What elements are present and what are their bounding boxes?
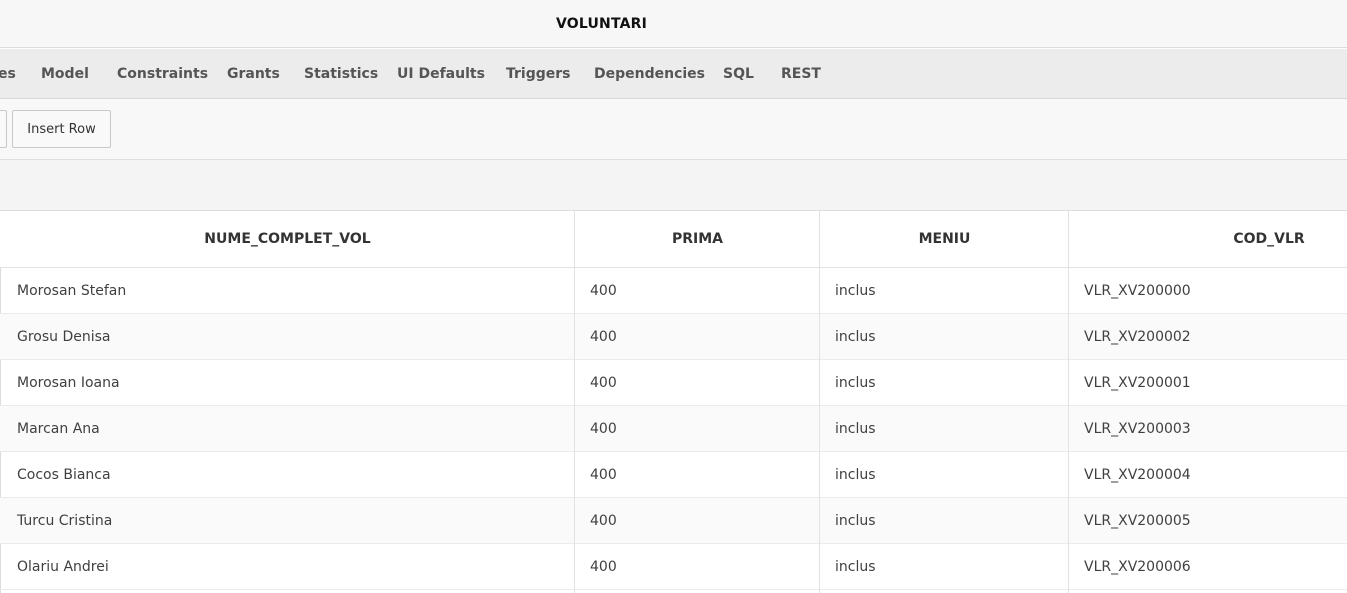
- table-row[interactable]: Morosan Ioana 400 inclus VLR_XV200001: [0, 360, 1347, 406]
- title-bar: VOLUNTARI: [0, 0, 1347, 48]
- cell-cod-vlr[interactable]: VLR_XV200005: [1084, 498, 1191, 544]
- column-divider: [819, 211, 820, 593]
- table-row[interactable]: Turcu Cristina 400 inclus VLR_XV200005: [0, 498, 1347, 544]
- cell-prima[interactable]: 400: [590, 544, 617, 590]
- table-row[interactable]: Marcan Ana 400 inclus VLR_XV200003: [0, 406, 1347, 452]
- tab-grants[interactable]: Grants: [227, 49, 280, 99]
- column-divider: [1068, 211, 1069, 593]
- page-title: VOLUNTARI: [555, 15, 648, 32]
- cell-cod-vlr[interactable]: VLR_XV200003: [1084, 406, 1191, 452]
- tab-dependencies[interactable]: Dependencies: [594, 49, 705, 99]
- table-row[interactable]: Olariu Andrei 400 inclus VLR_XV200006: [0, 544, 1347, 590]
- cell-cod-vlr[interactable]: VLR_XV200001: [1084, 360, 1191, 406]
- tab-model[interactable]: Model: [41, 49, 89, 99]
- cell-prima[interactable]: 400: [590, 268, 617, 314]
- tab-sql[interactable]: SQL: [723, 49, 754, 99]
- cell-cod-vlr[interactable]: VLR_XV200000: [1084, 268, 1191, 314]
- cell-meniu[interactable]: inclus: [835, 452, 876, 498]
- tab-rest[interactable]: REST: [781, 49, 821, 99]
- tab-bar: es Model Constraints Grants Statistics U…: [0, 49, 1347, 99]
- cell-nume-complet-vol[interactable]: Turcu Cristina: [17, 498, 112, 544]
- cell-cod-vlr[interactable]: VLR_XV200006: [1084, 544, 1191, 590]
- cell-cod-vlr[interactable]: VLR_XV200004: [1084, 452, 1191, 498]
- cell-meniu[interactable]: inclus: [835, 360, 876, 406]
- cell-meniu[interactable]: inclus: [835, 314, 876, 360]
- data-grid: NUME_COMPLET_VOL PRIMA MENIU COD_VLR Mor…: [0, 211, 1347, 593]
- cell-meniu[interactable]: inclus: [835, 406, 876, 452]
- table-row[interactable]: Cocos Bianca 400 inclus VLR_XV200004: [0, 452, 1347, 498]
- cell-prima[interactable]: 400: [590, 452, 617, 498]
- column-header-nume-complet-vol[interactable]: NUME_COMPLET_VOL: [0, 211, 575, 268]
- column-divider: [574, 211, 575, 593]
- cell-nume-complet-vol[interactable]: Cocos Bianca: [17, 452, 111, 498]
- tab-constraints[interactable]: Constraints: [117, 49, 208, 99]
- tab-indexes-partial[interactable]: es: [0, 49, 16, 99]
- tab-ui-defaults[interactable]: UI Defaults: [397, 49, 485, 99]
- cell-nume-complet-vol[interactable]: Morosan Ioana: [17, 360, 120, 406]
- cell-prima[interactable]: 400: [590, 314, 617, 360]
- tab-statistics[interactable]: Statistics: [304, 49, 378, 99]
- cell-meniu[interactable]: inclus: [835, 268, 876, 314]
- cell-nume-complet-vol[interactable]: Grosu Denisa: [17, 314, 111, 360]
- grid-toolbar: Insert Row: [0, 99, 1347, 160]
- cell-meniu[interactable]: inclus: [835, 544, 876, 590]
- table-row[interactable]: Grosu Denisa 400 inclus VLR_XV200002: [0, 314, 1347, 360]
- cell-meniu[interactable]: inclus: [835, 498, 876, 544]
- cell-prima[interactable]: 400: [590, 406, 617, 452]
- table-editor-page: VOLUNTARI es Model Constraints Grants St…: [0, 0, 1347, 593]
- cell-prima[interactable]: 400: [590, 360, 617, 406]
- toolbar-button-partial[interactable]: [0, 110, 7, 148]
- column-header-meniu[interactable]: MENIU: [820, 211, 1069, 268]
- cell-nume-complet-vol[interactable]: Marcan Ana: [17, 406, 100, 452]
- cell-cod-vlr[interactable]: VLR_XV200002: [1084, 314, 1191, 360]
- tab-triggers[interactable]: Triggers: [506, 49, 571, 99]
- filter-bar: [0, 160, 1347, 211]
- column-header-prima[interactable]: PRIMA: [575, 211, 820, 268]
- grid-header-row: NUME_COMPLET_VOL PRIMA MENIU COD_VLR: [0, 211, 1347, 268]
- cell-prima[interactable]: 400: [590, 498, 617, 544]
- insert-row-button[interactable]: Insert Row: [12, 110, 111, 148]
- table-row[interactable]: Morosan Stefan 400 inclus VLR_XV200000: [0, 268, 1347, 314]
- cell-nume-complet-vol[interactable]: Morosan Stefan: [17, 268, 126, 314]
- column-header-cod-vlr[interactable]: COD_VLR: [1069, 211, 1347, 268]
- cell-nume-complet-vol[interactable]: Olariu Andrei: [17, 544, 109, 590]
